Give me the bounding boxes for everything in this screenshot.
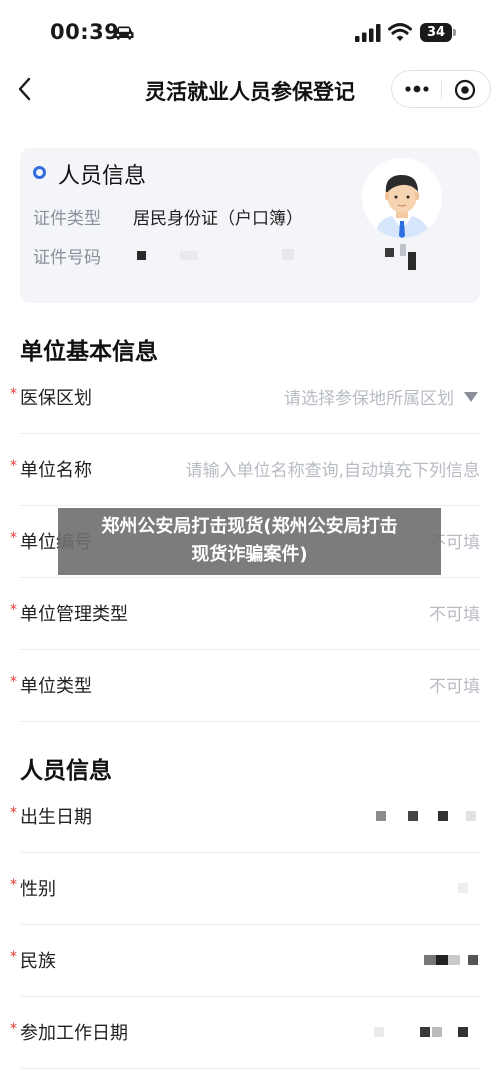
banner-line-2: 现货诈骗案件) bbox=[191, 544, 308, 565]
banner-line-1: 郑州公安局打击现货(郑州公安局打击 bbox=[101, 516, 398, 537]
gender-label: 性别 bbox=[20, 879, 56, 900]
masked-pixel bbox=[420, 1027, 430, 1037]
form-row-unit-name[interactable]: * 单位名称 请输入单位名称查询,自动填充下列信息 bbox=[10, 434, 480, 506]
masked-pixel bbox=[408, 811, 418, 821]
form-row-unit-type: * 单位类型 不可填 bbox=[10, 650, 480, 722]
medical-region-label: 医保区划 bbox=[20, 388, 92, 409]
form-row-gender: * 性别 bbox=[10, 853, 480, 925]
status-time: 00:39 bbox=[50, 20, 120, 44]
person-card-title: 人员信息 bbox=[58, 164, 147, 189]
unit-type-label: 单位类型 bbox=[20, 676, 92, 697]
form-row-unit-management-type: * 单位管理类型 不可填 bbox=[10, 578, 480, 650]
form-row-medical-region[interactable]: * 医保区划 请选择参保地所属区划 bbox=[10, 362, 480, 434]
status-bar: 00:39 34 bbox=[0, 0, 500, 64]
battery-tip bbox=[453, 29, 456, 36]
masked-pixel bbox=[458, 1027, 468, 1037]
masked-pixel bbox=[385, 248, 394, 257]
mini-program-capsule bbox=[391, 70, 491, 108]
close-target-icon[interactable] bbox=[454, 79, 476, 101]
masked-pixel bbox=[448, 955, 460, 965]
avatar-icon bbox=[362, 158, 442, 238]
unit-management-type-value: 不可填 bbox=[429, 605, 480, 625]
masked-pixel bbox=[400, 244, 406, 256]
person-section-title: 人员信息 bbox=[20, 758, 112, 784]
required-mark: * bbox=[10, 674, 17, 690]
capsule-divider bbox=[441, 81, 442, 99]
more-dots-icon[interactable] bbox=[404, 80, 430, 98]
section-dot-icon bbox=[33, 166, 46, 179]
masked-pixel bbox=[282, 249, 294, 260]
unit-name-label: 单位名称 bbox=[20, 460, 92, 481]
id-number-label: 证件号码 bbox=[33, 248, 101, 268]
avatar bbox=[362, 158, 442, 238]
required-mark: * bbox=[10, 805, 17, 821]
caret-down-icon[interactable] bbox=[464, 392, 478, 402]
unit-section-title: 单位基本信息 bbox=[20, 339, 158, 365]
masked-pixel bbox=[180, 251, 198, 260]
masked-pixel bbox=[468, 955, 478, 965]
required-mark: * bbox=[10, 386, 17, 402]
masked-pixel bbox=[466, 811, 476, 821]
wifi-icon bbox=[388, 23, 412, 41]
battery-icon: 34 bbox=[420, 23, 456, 42]
masked-pixel bbox=[458, 883, 468, 893]
id-type-value: 居民身份证（户口簿） bbox=[133, 209, 303, 229]
masked-pixel bbox=[374, 1027, 384, 1037]
masked-pixel bbox=[432, 1027, 442, 1037]
required-mark: * bbox=[10, 949, 17, 965]
birth-date-label: 出生日期 bbox=[20, 807, 92, 828]
person-info-card: 人员信息 证件类型 居民身份证（户口簿） 证件号码 bbox=[20, 148, 480, 303]
form-row-work-start-date: * 参加工作日期 bbox=[10, 997, 480, 1069]
battery-level: 34 bbox=[426, 25, 446, 40]
masked-pixel bbox=[137, 251, 146, 260]
watermark-banner: 郑州公安局打击现货(郑州公安局打击 现货诈骗案件) bbox=[58, 508, 441, 575]
required-mark: * bbox=[10, 602, 17, 618]
unit-management-type-label: 单位管理类型 bbox=[20, 604, 128, 625]
required-mark: * bbox=[10, 1021, 17, 1037]
medical-region-select[interactable]: 请选择参保地所属区划 bbox=[284, 384, 454, 409]
work-start-date-label: 参加工作日期 bbox=[20, 1023, 128, 1044]
cellular-signal-icon bbox=[355, 24, 381, 42]
masked-pixel bbox=[424, 955, 436, 965]
ethnicity-label: 民族 bbox=[20, 951, 56, 972]
unit-type-value: 不可填 bbox=[429, 677, 480, 697]
required-mark: * bbox=[10, 530, 17, 546]
unit-name-input[interactable]: 请输入单位名称查询,自动填充下列信息 bbox=[186, 456, 480, 481]
form-row-birth-date: * 出生日期 bbox=[10, 781, 480, 853]
masked-pixel bbox=[438, 811, 448, 821]
nav-bar: 灵活就业人员参保登记 bbox=[0, 64, 500, 114]
form-row-ethnicity: * 民族 bbox=[10, 925, 480, 997]
required-mark: * bbox=[10, 458, 17, 474]
masked-pixel bbox=[376, 811, 386, 821]
masked-pixel bbox=[436, 955, 448, 965]
masked-pixel bbox=[408, 252, 416, 270]
id-type-label: 证件类型 bbox=[33, 209, 101, 229]
car-icon bbox=[114, 26, 134, 40]
required-mark: * bbox=[10, 877, 17, 893]
